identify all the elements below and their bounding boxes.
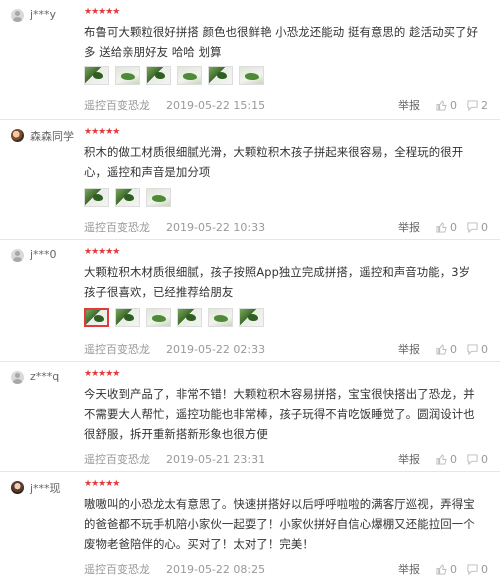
review-image-list [84,308,264,327]
review-thumbnail[interactable] [208,308,233,327]
review-image-list [84,188,171,207]
comment-icon [467,99,478,111]
report-link[interactable]: 举报 [398,451,420,467]
username[interactable]: j***0 [30,248,57,261]
review-text: 嗷嗷叫的小恐龙太有意思了。快速拼搭好以后呼呼啦啦的满客厅巡视，弄得宝的爸爸都不玩… [84,497,475,551]
review-actions: 举报 0 0 [398,451,488,467]
review-date: 2019-05-22 08:25 [166,563,266,576]
review-item: z***q ★★★★★ 今天收到产品了，非常不错！大颗粒积木容易拼搭，宝宝很快搭… [0,362,500,472]
thumbs-up-icon [436,563,447,575]
comment-button[interactable]: 2 [467,99,488,112]
review-thumbnail[interactable] [208,66,233,85]
review-date: 2019-05-22 15:15 [166,99,266,112]
star-rating: ★★★★★ [84,369,120,379]
like-count: 0 [450,98,457,112]
like-button[interactable]: 0 [436,221,457,234]
thumbs-up-icon [436,99,447,111]
review-thumbnail[interactable] [177,66,202,85]
report-link[interactable]: 举报 [398,219,420,235]
product-variant: 遥控百变恐龙 [84,99,150,112]
comment-icon [467,563,478,575]
review-actions: 举报 0 0 [398,219,488,235]
review-image-list [84,66,264,85]
like-button[interactable]: 0 [436,99,457,112]
comment-icon [467,343,478,355]
thumbs-up-icon [436,343,447,355]
review-text: 积木的做工材质很细腻光滑，大颗粒积木孩子拼起来很容易，全程玩的很开心，遥控和声音… [84,145,464,179]
product-variant: 遥控百变恐龙 [84,563,150,576]
comment-button[interactable]: 0 [467,453,488,466]
review-thumbnail[interactable] [146,188,171,207]
thumbs-up-icon [436,453,447,465]
comment-button[interactable]: 0 [467,221,488,234]
product-variant: 遥控百变恐龙 [84,221,150,234]
star-rating: ★★★★★ [84,247,120,257]
report-link[interactable]: 举报 [398,341,420,357]
username[interactable]: j***y [30,8,56,21]
review-thumbnail[interactable] [239,66,264,85]
comment-count: 0 [481,452,488,466]
review-thumbnail[interactable] [115,188,140,207]
comment-button[interactable]: 0 [467,563,488,576]
like-count: 0 [450,342,457,356]
review-item: j***y ★★★★★ 布鲁可大颗粒很好拼搭 颜色也很鲜艳 小恐龙还能动 挺有意… [0,0,500,120]
review-meta: 遥控百变恐龙 2019-05-22 02:33 [84,341,265,357]
review-text: 布鲁可大颗粒很好拼搭 颜色也很鲜艳 小恐龙还能动 挺有意思的 趁活动买了好多 送… [84,25,479,59]
comment-count: 0 [481,220,488,234]
star-rating: ★★★★★ [84,7,120,17]
review-thumbnail[interactable] [115,66,140,85]
like-button[interactable]: 0 [436,453,457,466]
review-meta: 遥控百变恐龙 2019-05-21 23:31 [84,451,265,467]
review-text: 大颗粒积木材质很细腻，孩子按照App独立完成拼搭，遥控和声音功能，3岁孩子很喜欢… [84,265,471,299]
comment-count: 0 [481,342,488,356]
avatar[interactable] [11,9,24,22]
thumbs-up-icon [436,221,447,233]
review-thumbnail[interactable] [177,308,202,327]
like-count: 0 [450,562,457,576]
product-variant: 遥控百变恐龙 [84,343,150,356]
comment-icon [467,453,478,465]
review-thumbnail[interactable] [146,66,171,85]
star-rating: ★★★★★ [84,479,120,489]
avatar[interactable] [11,481,24,494]
review-actions: 举报 0 0 [398,341,488,357]
review-thumbnail[interactable] [84,188,109,207]
comment-count: 2 [481,98,488,112]
review-item: 森森同学 ★★★★★ 积木的做工材质很细腻光滑，大颗粒积木孩子拼起来很容易，全程… [0,120,500,240]
review-date: 2019-05-22 02:33 [166,343,266,356]
review-thumbnail[interactable] [239,308,264,327]
username[interactable]: j***现 [30,480,61,496]
comment-button[interactable]: 0 [467,343,488,356]
report-link[interactable]: 举报 [398,97,420,113]
review-text: 今天收到产品了，非常不错！大颗粒积木容易拼搭，宝宝很快搭出了恐龙，并不需要大人帮… [84,387,475,441]
review-thumbnail[interactable] [115,308,140,327]
product-variant: 遥控百变恐龙 [84,453,150,466]
like-count: 0 [450,220,457,234]
avatar[interactable] [11,249,24,262]
username[interactable]: 森森同学 [30,128,74,144]
avatar[interactable] [11,371,24,384]
review-meta: 遥控百变恐龙 2019-05-22 08:25 [84,561,265,577]
like-count: 0 [450,452,457,466]
review-item: j***0 ★★★★★ 大颗粒积木材质很细腻，孩子按照App独立完成拼搭，遥控和… [0,240,500,362]
report-link[interactable]: 举报 [398,561,420,577]
avatar[interactable] [11,129,24,142]
review-date: 2019-05-21 23:31 [166,453,266,466]
like-button[interactable]: 0 [436,563,457,576]
comment-icon [467,221,478,233]
like-button[interactable]: 0 [436,343,457,356]
review-item: j***现 ★★★★★ 嗷嗷叫的小恐龙太有意思了。快速拼搭好以后呼呼啦啦的满客厅… [0,472,500,582]
comment-count: 0 [481,562,488,576]
review-date: 2019-05-22 10:33 [166,221,266,234]
review-thumbnail[interactable] [146,308,171,327]
review-actions: 举报 0 2 [398,97,488,113]
star-rating: ★★★★★ [84,127,120,137]
review-meta: 遥控百变恐龙 2019-05-22 10:33 [84,219,265,235]
review-thumbnail[interactable] [84,66,109,85]
review-meta: 遥控百变恐龙 2019-05-22 15:15 [84,97,265,113]
username[interactable]: z***q [30,370,59,383]
review-thumbnail[interactable] [84,308,109,327]
review-actions: 举报 0 0 [398,561,488,577]
